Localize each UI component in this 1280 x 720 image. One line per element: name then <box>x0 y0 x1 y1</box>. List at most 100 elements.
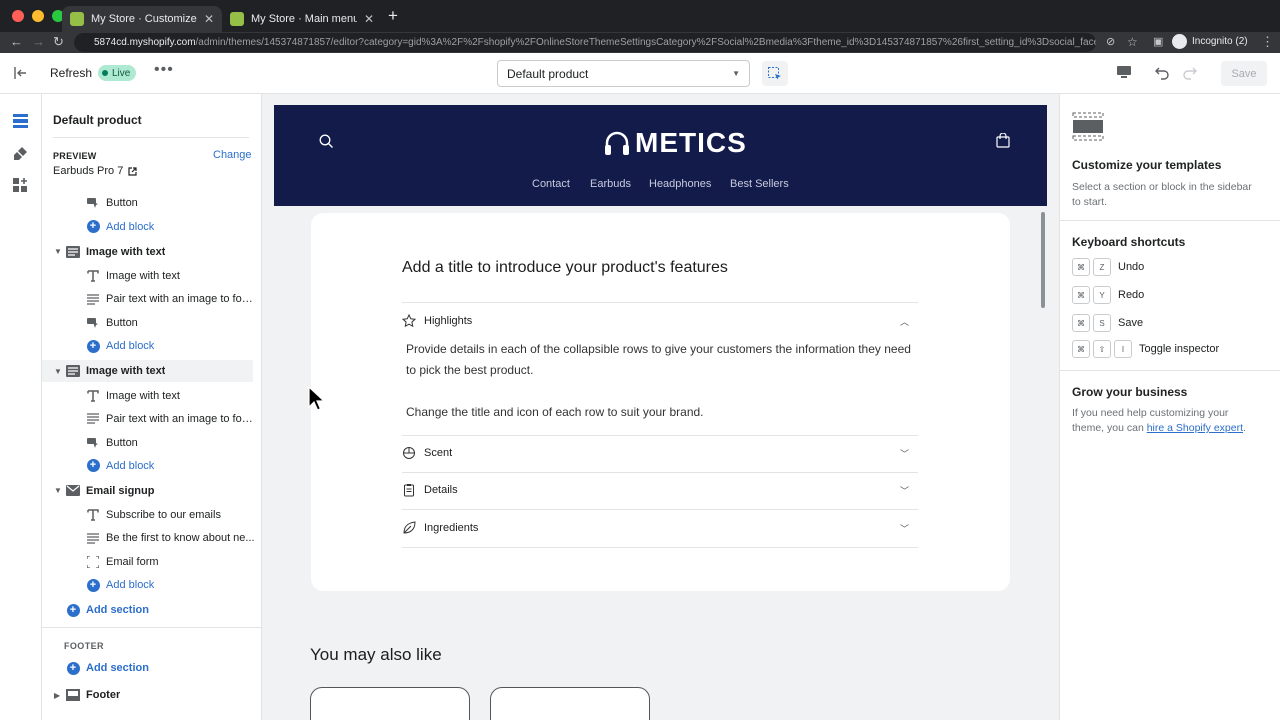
add-section-button[interactable]: + Add section <box>42 599 261 621</box>
nav-link-earbuds[interactable]: Earbuds <box>590 178 631 190</box>
add-circle-icon: + <box>86 578 100 592</box>
minimize-window-button[interactable] <box>32 10 44 22</box>
add-block-button[interactable]: + Add block <box>42 574 261 596</box>
collapsible-content-section[interactable]: Add a title to introduce your product's … <box>311 213 1010 591</box>
sections-sidebar: Default product PREVIEW Change Earbuds P… <box>42 94 262 720</box>
eye-off-icon[interactable]: ⊘ <box>1106 33 1115 51</box>
command-key-icon: ⌘ <box>1072 314 1090 332</box>
editor-top-bar: Refresh Live ••• Default product ▼ Save <box>0 53 1280 94</box>
block-item[interactable]: Pair text with an image to foc... <box>42 408 261 430</box>
more-actions-icon[interactable]: ••• <box>154 61 174 79</box>
browser-tab-main-menu[interactable]: My Store · Main menu · Shopify ✕ <box>222 6 382 32</box>
product-card[interactable] <box>310 687 470 720</box>
divider <box>402 547 918 548</box>
desktop-view-icon[interactable] <box>1116 65 1132 80</box>
reload-icon[interactable]: ↻ <box>53 33 64 51</box>
external-link-icon <box>128 166 137 176</box>
exit-icon[interactable] <box>13 66 27 80</box>
footer-add-section-button[interactable]: + Add section <box>42 657 261 679</box>
shortcut-toggle-inspector: ⌘ ⇧ I Toggle inspector <box>1072 340 1219 358</box>
incognito-icon <box>1172 34 1187 49</box>
key-cap: Y <box>1093 286 1111 304</box>
button-block-icon <box>86 436 100 450</box>
block-item[interactable]: Be the first to know about ne... <box>42 527 261 549</box>
cart-icon[interactable] <box>996 133 1010 148</box>
highlights-body-text: Provide details in each of the collapsib… <box>406 342 911 377</box>
chevron-down-icon[interactable]: ▼ <box>54 486 62 495</box>
block-item[interactable]: Subscribe to our emails <box>42 504 261 526</box>
close-window-button[interactable] <box>12 10 24 22</box>
store-logo[interactable]: METICS <box>603 127 747 159</box>
block-item[interactable]: Email form <box>42 551 261 573</box>
preview-scrollbar[interactable] <box>1041 212 1045 308</box>
back-icon[interactable]: ← <box>10 33 23 51</box>
footer-section-label: Footer <box>86 689 121 701</box>
chevron-right-icon[interactable]: ▶ <box>54 691 60 700</box>
inspector-toggle-button[interactable] <box>762 61 788 86</box>
accordion-label: Details <box>424 484 458 496</box>
add-circle-icon: + <box>66 661 80 675</box>
accordion-row-highlights[interactable]: Highlights ︿ <box>402 311 918 331</box>
features-title: Add a title to introduce your product's … <box>402 259 728 276</box>
button-block-icon <box>86 196 100 210</box>
block-item[interactable]: Button <box>42 312 261 334</box>
save-button[interactable]: Save <box>1221 61 1267 86</box>
new-tab-icon[interactable]: + <box>388 6 398 26</box>
block-item[interactable]: Button <box>42 192 261 214</box>
button-block-icon <box>86 316 100 330</box>
preview-product[interactable]: Earbuds Pro 7 <box>53 165 137 177</box>
bookmark-star-icon[interactable]: ☆ <box>1127 33 1138 51</box>
block-label: Button <box>106 317 138 329</box>
close-tab-icon[interactable]: ✕ <box>204 12 214 26</box>
preview-product-name: Earbuds Pro 7 <box>53 165 124 177</box>
add-block-button[interactable]: + Add block <box>42 455 261 477</box>
section-label: Image with text <box>86 245 166 258</box>
sidebar-title: Default product <box>53 113 142 127</box>
block-item[interactable]: Pair text with an image to foc... <box>42 288 261 310</box>
chevron-down-icon[interactable]: ▼ <box>54 367 62 376</box>
undo-icon[interactable] <box>1155 65 1170 80</box>
sections-icon[interactable] <box>13 114 28 128</box>
shortcut-label: Toggle inspector <box>1139 343 1220 355</box>
close-tab-icon[interactable]: ✕ <box>364 12 374 26</box>
incognito-indicator[interactable]: Incognito (2) <box>1172 34 1248 49</box>
app-embeds-icon[interactable] <box>13 178 28 193</box>
nav-link-best-sellers[interactable]: Best Sellers <box>730 178 789 190</box>
change-preview-link[interactable]: Change <box>213 149 252 161</box>
add-block-label: Add block <box>106 579 155 591</box>
search-icon[interactable] <box>319 134 334 149</box>
tab-title: My Store · Customize Refresh <box>91 13 197 25</box>
block-item[interactable]: Button <box>42 432 261 454</box>
browser-tab-customize[interactable]: My Store · Customize Refresh ✕ <box>62 6 222 32</box>
shift-key-icon: ⇧ <box>1093 340 1111 358</box>
section-item[interactable]: ▼ Image with text <box>42 241 261 263</box>
accordion-row-scent[interactable]: Scent ﹀ <box>402 443 918 463</box>
chevron-down-icon[interactable]: ▼ <box>54 247 62 256</box>
nav-link-contact[interactable]: Contact <box>532 178 570 190</box>
chevron-down-icon: ▼ <box>732 69 740 78</box>
chevron-down-icon: ﹀ <box>900 485 910 496</box>
product-card[interactable] <box>490 687 650 720</box>
sidebar-toggle-icon[interactable]: ▣ <box>1153 33 1163 51</box>
section-item[interactable]: ▼ Email signup <box>42 480 261 502</box>
theme-settings-brush-icon[interactable] <box>13 146 28 161</box>
grow-business-heading: Grow your business <box>1072 385 1188 399</box>
text-block-icon <box>86 389 100 403</box>
accordion-row-ingredients[interactable]: Ingredients ﹀ <box>402 518 918 538</box>
forward-icon[interactable]: → <box>32 33 45 51</box>
browser-menu-icon[interactable]: ⋮ <box>1261 33 1274 51</box>
block-item[interactable]: Image with text <box>42 265 261 287</box>
url-field[interactable]: 5874cd.myshopify.com /admin/themes/14537… <box>74 33 1096 52</box>
nav-link-headphones[interactable]: Headphones <box>649 178 711 190</box>
hire-expert-link[interactable]: hire a Shopify expert <box>1147 422 1243 434</box>
block-item[interactable]: Image with text <box>42 385 261 407</box>
add-block-button[interactable]: + Add block <box>42 335 261 357</box>
section-icon <box>66 245 80 259</box>
add-block-button[interactable]: + Add block <box>42 216 261 238</box>
add-circle-icon: + <box>86 220 100 233</box>
section-item[interactable]: ▼ Image with text <box>42 360 253 382</box>
footer-section-item[interactable]: ▶ Footer <box>42 684 261 706</box>
template-select[interactable]: Default product ▼ <box>497 60 750 87</box>
redo-icon[interactable] <box>1182 65 1197 80</box>
accordion-row-details[interactable]: Details ﹀ <box>402 480 918 500</box>
